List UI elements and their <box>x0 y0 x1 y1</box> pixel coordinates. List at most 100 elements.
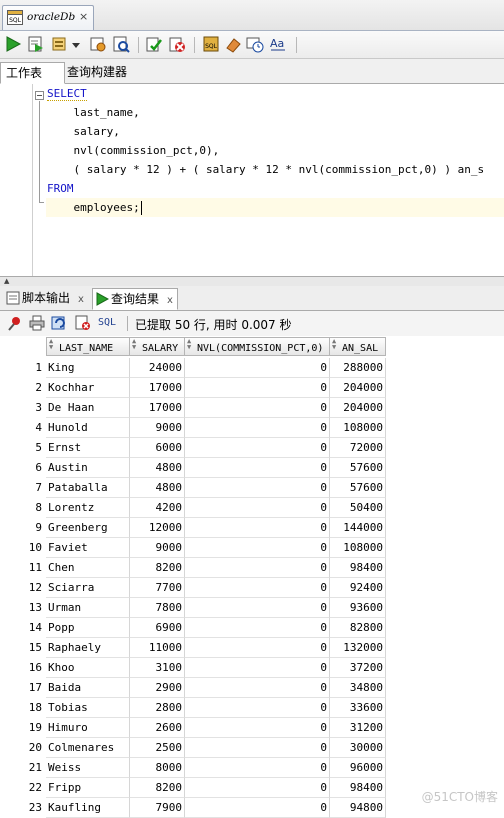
cell-last-name[interactable]: Kochhar <box>46 378 130 398</box>
cell-nvl[interactable]: 0 <box>185 658 330 678</box>
rollback-icon[interactable] <box>168 35 186 53</box>
cell-salary[interactable]: 3100 <box>130 658 185 678</box>
cell-nvl[interactable]: 0 <box>185 538 330 558</box>
close-icon[interactable]: × <box>79 10 88 23</box>
table-row[interactable]: 11 Chen 8200 0 98400 <box>0 558 386 578</box>
refresh-icon[interactable] <box>51 315 67 331</box>
cell-an-sal[interactable]: 288000 <box>330 358 386 378</box>
column-header-last-name[interactable]: ▲ ▼ LAST_NAME <box>46 337 130 356</box>
table-row[interactable]: 9 Greenberg 12000 0 144000 <box>0 518 386 538</box>
cell-salary[interactable]: 24000 <box>130 358 185 378</box>
cell-nvl[interactable]: 0 <box>185 698 330 718</box>
table-row[interactable]: 19 Himuro 2600 0 31200 <box>0 718 386 738</box>
cell-last-name[interactable]: Kaufling <box>46 798 130 818</box>
cell-an-sal[interactable]: 57600 <box>330 478 386 498</box>
cell-nvl[interactable]: 0 <box>185 678 330 698</box>
cell-nvl[interactable]: 0 <box>185 598 330 618</box>
cell-salary[interactable]: 7900 <box>130 798 185 818</box>
cell-nvl[interactable]: 0 <box>185 758 330 778</box>
cell-an-sal[interactable]: 98400 <box>330 778 386 798</box>
cell-salary[interactable]: 2800 <box>130 698 185 718</box>
tab-query-builder[interactable]: 查询构建器 <box>62 62 132 82</box>
cell-last-name[interactable]: Himuro <box>46 718 130 738</box>
table-row[interactable]: 18 Tobias 2800 0 33600 <box>0 698 386 718</box>
sql-editor[interactable]: SELECT last_name, salary, nvl(commission… <box>0 84 504 276</box>
cell-salary[interactable]: 17000 <box>130 378 185 398</box>
cell-nvl[interactable]: 0 <box>185 478 330 498</box>
close-icon[interactable]: x <box>167 295 173 306</box>
table-row[interactable]: 16 Khoo 3100 0 37200 <box>0 658 386 678</box>
clear-eraser-icon[interactable] <box>224 35 242 53</box>
cell-nvl[interactable]: 0 <box>185 498 330 518</box>
explain-plan-icon[interactable] <box>89 35 107 53</box>
cell-nvl[interactable]: 0 <box>185 618 330 638</box>
cell-salary[interactable]: 9000 <box>130 538 185 558</box>
cell-last-name[interactable]: Sciarra <box>46 578 130 598</box>
table-row[interactable]: 7 Pataballa 4800 0 57600 <box>0 478 386 498</box>
table-row[interactable]: 8 Lorentz 4200 0 50400 <box>0 498 386 518</box>
table-row[interactable]: 12 Sciarra 7700 0 92400 <box>0 578 386 598</box>
cell-last-name[interactable]: Ernst <box>46 438 130 458</box>
table-row[interactable]: 15 Raphaely 11000 0 132000 <box>0 638 386 658</box>
cell-last-name[interactable]: Chen <box>46 558 130 578</box>
cell-nvl[interactable]: 0 <box>185 458 330 478</box>
document-tab-oracledb[interactable]: SQL oracleDb × <box>2 5 94 30</box>
table-row[interactable]: 10 Faviet 9000 0 108000 <box>0 538 386 558</box>
cell-nvl[interactable]: 0 <box>185 718 330 738</box>
column-header-an-sal[interactable]: ▲ ▼ AN_SAL <box>330 337 386 356</box>
cell-salary[interactable]: 8200 <box>130 778 185 798</box>
cell-salary[interactable]: 6900 <box>130 618 185 638</box>
tab-query-result[interactable]: 查询结果 x <box>92 288 178 310</box>
cell-salary[interactable]: 7800 <box>130 598 185 618</box>
cell-last-name[interactable]: Popp <box>46 618 130 638</box>
cell-salary[interactable]: 7700 <box>130 578 185 598</box>
run-script-icon[interactable] <box>27 35 45 53</box>
cell-nvl[interactable]: 0 <box>185 398 330 418</box>
result-grid[interactable]: ▲ ▼ LAST_NAME ▲ ▼ SALARY ▲ ▼ NVL(COMMISSION_PC… <box>0 336 504 818</box>
cell-an-sal[interactable]: 30000 <box>330 738 386 758</box>
cell-salary[interactable]: 2500 <box>130 738 185 758</box>
monitor-clock-icon[interactable] <box>246 35 264 53</box>
cell-last-name[interactable]: Lorentz <box>46 498 130 518</box>
cell-last-name[interactable]: Faviet <box>46 538 130 558</box>
column-header-nvl[interactable]: ▲ ▼ NVL(COMMISSION_PCT,0) <box>185 337 330 356</box>
cell-last-name[interactable]: Raphaely <box>46 638 130 658</box>
cell-salary[interactable]: 12000 <box>130 518 185 538</box>
cancel-query-icon[interactable] <box>75 315 91 331</box>
table-row[interactable]: 14 Popp 6900 0 82800 <box>0 618 386 638</box>
cell-salary[interactable]: 8200 <box>130 558 185 578</box>
sql-tuning-icon[interactable] <box>112 35 130 53</box>
cell-nvl[interactable]: 0 <box>185 358 330 378</box>
cell-an-sal[interactable]: 108000 <box>330 418 386 438</box>
table-row[interactable]: 3 De Haan 17000 0 204000 <box>0 398 386 418</box>
tab-worksheet[interactable]: 工作表 <box>0 62 65 84</box>
cell-an-sal[interactable]: 82800 <box>330 618 386 638</box>
table-row[interactable]: 21 Weiss 8000 0 96000 <box>0 758 386 778</box>
cell-an-sal[interactable]: 108000 <box>330 538 386 558</box>
cell-nvl[interactable]: 0 <box>185 638 330 658</box>
table-row[interactable]: 4 Hunold 9000 0 108000 <box>0 418 386 438</box>
cell-salary[interactable]: 11000 <box>130 638 185 658</box>
print-icon[interactable] <box>29 315 45 331</box>
cell-salary[interactable]: 8000 <box>130 758 185 778</box>
autotrace-icon[interactable] <box>51 35 69 53</box>
cell-last-name[interactable]: Pataballa <box>46 478 130 498</box>
pin-icon[interactable] <box>7 315 23 331</box>
fold-toggle-icon[interactable] <box>35 91 44 100</box>
cell-salary[interactable]: 9000 <box>130 418 185 438</box>
cell-an-sal[interactable]: 33600 <box>330 698 386 718</box>
cell-nvl[interactable]: 0 <box>185 778 330 798</box>
table-row[interactable]: 5 Ernst 6000 0 72000 <box>0 438 386 458</box>
table-row[interactable]: 1 King 24000 0 288000 <box>0 358 386 378</box>
cell-last-name[interactable]: Greenberg <box>46 518 130 538</box>
cell-last-name[interactable]: Urman <box>46 598 130 618</box>
cell-last-name[interactable]: Weiss <box>46 758 130 778</box>
cell-nvl[interactable]: 0 <box>185 738 330 758</box>
cell-nvl[interactable]: 0 <box>185 558 330 578</box>
cell-an-sal[interactable]: 204000 <box>330 378 386 398</box>
sql-button[interactable]: SQL <box>98 317 116 328</box>
cell-salary[interactable]: 2900 <box>130 678 185 698</box>
cell-an-sal[interactable]: 37200 <box>330 658 386 678</box>
cell-last-name[interactable]: Colmenares <box>46 738 130 758</box>
chevron-down-icon[interactable] <box>71 35 81 53</box>
